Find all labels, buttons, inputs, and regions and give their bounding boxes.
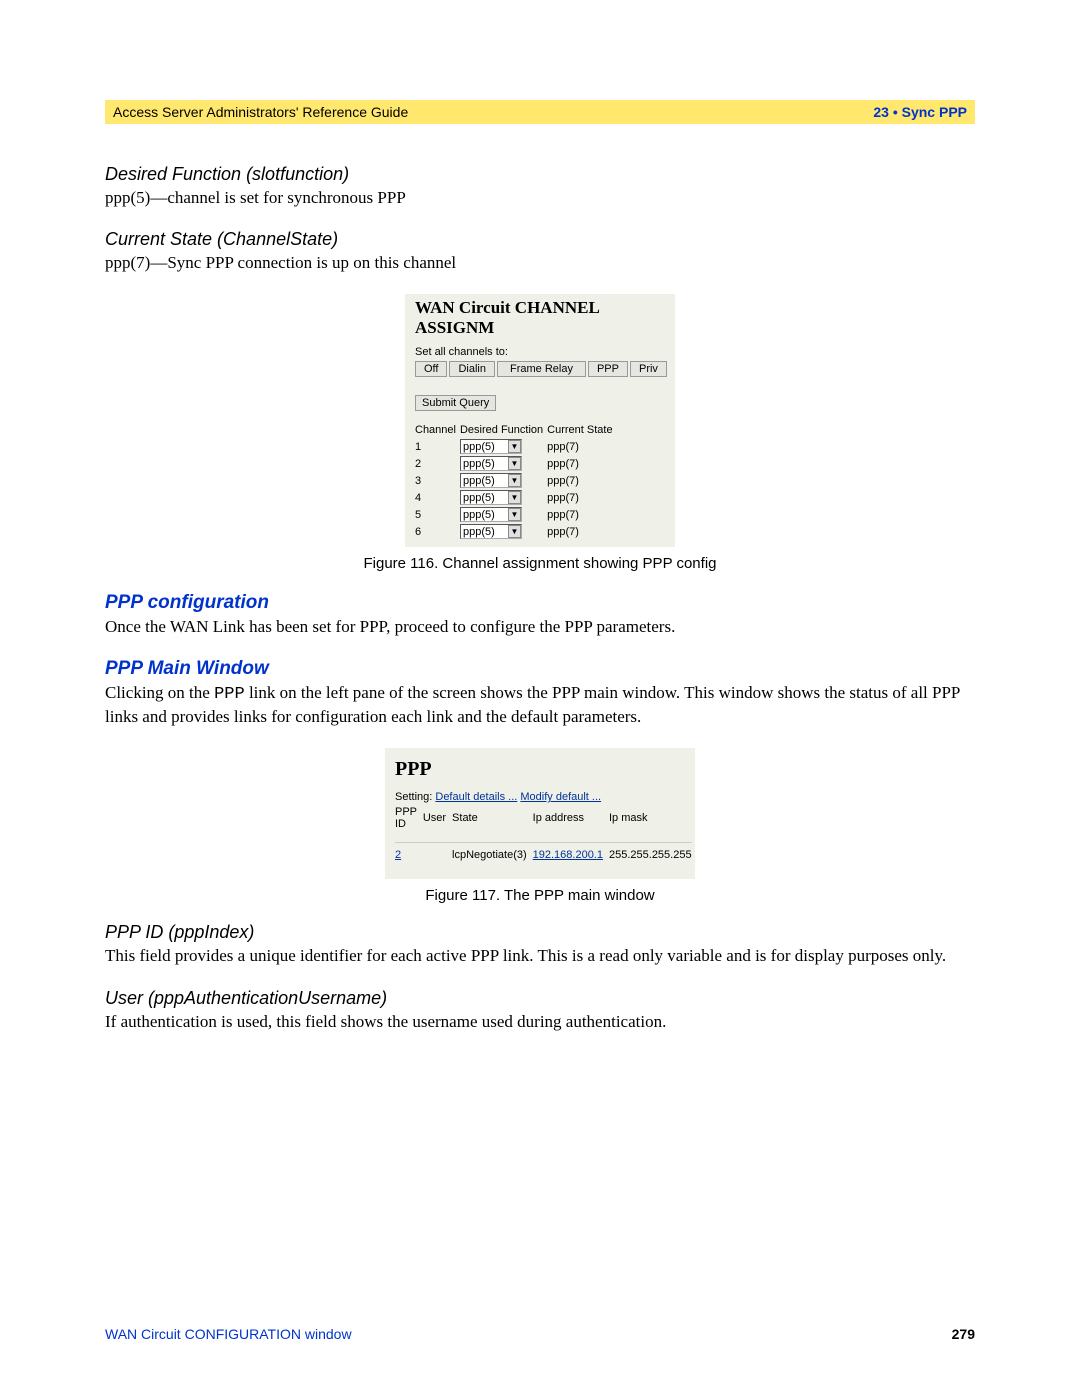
table-row: 6 ppp(5)▼ ppp(7) xyxy=(415,524,617,541)
fig116-set-label: Set all channels to: xyxy=(415,346,669,358)
cell-channel: 5 xyxy=(415,507,460,524)
cell-state: ppp(7) xyxy=(547,456,616,473)
table-row: 4 ppp(5)▼ ppp(7) xyxy=(415,490,617,507)
ppp-button[interactable]: PPP xyxy=(588,361,628,377)
desired-function-select[interactable]: ppp(5)▼ xyxy=(460,439,522,454)
submit-query-button[interactable]: Submit Query xyxy=(415,395,496,411)
desired-function-select[interactable]: ppp(5)▼ xyxy=(460,490,522,505)
text-user: If authentication is used, this field sh… xyxy=(105,1011,975,1033)
text-ppp-main-window: Clicking on the PPP link on the left pan… xyxy=(105,682,975,728)
text-ppp-id: This field provides a unique identifier … xyxy=(105,945,975,967)
priv-button[interactable]: Priv xyxy=(630,361,667,377)
heading-ppp-configuration: PPP configuration xyxy=(105,592,975,614)
modify-default-link[interactable]: Modify default ... xyxy=(520,791,601,803)
desired-function-select[interactable]: ppp(5)▼ xyxy=(460,456,522,471)
chevron-down-icon: ▼ xyxy=(508,474,521,487)
cell-state: ppp(7) xyxy=(547,439,616,456)
heading-current-state: Current State (ChannelState) xyxy=(105,229,975,250)
off-button[interactable]: Off xyxy=(415,361,447,377)
text-desired-function: ppp(5)—channel is set for synchronous PP… xyxy=(105,187,975,209)
default-details-link[interactable]: Default details ... xyxy=(435,791,517,803)
table-row: 2 lcpNegotiate(3) 192.168.200.1 255.255.… xyxy=(395,845,698,861)
page-footer: WAN Circuit CONFIGURATION window 279 xyxy=(105,1326,975,1342)
cell-user xyxy=(423,845,452,861)
col-state: State xyxy=(452,806,533,836)
ip-address-link[interactable]: 192.168.200.1 xyxy=(533,849,603,861)
heading-desired-function: Desired Function (slotfunction) xyxy=(105,164,975,185)
cell-state: ppp(7) xyxy=(547,490,616,507)
chevron-down-icon: ▼ xyxy=(508,491,521,504)
col-ip-address: Ip address xyxy=(533,806,609,836)
dialin-button[interactable]: Dialin xyxy=(449,361,495,377)
heading-ppp-main-window: PPP Main Window xyxy=(105,658,975,680)
fig117-setting-row: Setting: Default details ... Modify defa… xyxy=(395,791,685,803)
figure-wan-circuit: WAN Circuit CHANNEL ASSIGNM Set all chan… xyxy=(405,294,675,547)
chevron-down-icon: ▼ xyxy=(508,457,521,470)
page-header: Access Server Administrators' Reference … xyxy=(105,100,975,124)
cell-state: ppp(7) xyxy=(547,524,616,541)
table-row: 5 ppp(5)▼ ppp(7) xyxy=(415,507,617,524)
cell-channel: 4 xyxy=(415,490,460,507)
cell-state: lcpNegotiate(3) xyxy=(452,845,533,861)
chevron-down-icon: ▼ xyxy=(508,440,521,453)
col-desired-function: Desired Function xyxy=(460,423,547,439)
fig117-caption: Figure 117. The PPP main window xyxy=(105,887,975,904)
cell-channel: 1 xyxy=(415,439,460,456)
table-row: 1 ppp(5)▼ ppp(7) xyxy=(415,439,617,456)
col-current-state: Current State xyxy=(547,423,616,439)
heading-ppp-id: PPP ID (pppIndex) xyxy=(105,922,975,943)
cell-channel: 2 xyxy=(415,456,460,473)
col-ppp-id: PPP ID xyxy=(395,806,423,836)
figure-ppp-main: PPP Setting: Default details ... Modify … xyxy=(385,748,695,879)
heading-user: User (pppAuthenticationUsername) xyxy=(105,988,975,1009)
cell-channel: 3 xyxy=(415,473,460,490)
text-ppp-configuration: Once the WAN Link has been set for PPP, … xyxy=(105,616,975,638)
frame-relay-button[interactable]: Frame Relay xyxy=(497,361,586,377)
cell-state: ppp(7) xyxy=(547,473,616,490)
page-number: 279 xyxy=(952,1326,975,1342)
cell-channel: 6 xyxy=(415,524,460,541)
col-channel: Channel xyxy=(415,423,460,439)
text-current-state: ppp(7)—Sync PPP connection is up on this… xyxy=(105,252,975,274)
fig117-title: PPP xyxy=(395,758,685,781)
desired-function-select[interactable]: ppp(5)▼ xyxy=(460,473,522,488)
table-row: 3 ppp(5)▼ ppp(7) xyxy=(415,473,617,490)
header-chapter: 23 • Sync PPP xyxy=(873,104,967,120)
cell-mask: 255.255.255.255 xyxy=(609,845,698,861)
chevron-down-icon: ▼ xyxy=(508,525,521,538)
col-ip-mask: Ip mask xyxy=(609,806,698,836)
channel-table: Channel Desired Function Current State 1… xyxy=(415,423,617,541)
desired-function-select[interactable]: ppp(5)▼ xyxy=(460,524,522,539)
footer-section: WAN Circuit CONFIGURATION window xyxy=(105,1326,352,1342)
ppp-code-text: PPP xyxy=(214,685,245,704)
fig116-caption: Figure 116. Channel assignment showing P… xyxy=(105,555,975,572)
cell-state: ppp(7) xyxy=(547,507,616,524)
chevron-down-icon: ▼ xyxy=(508,508,521,521)
ppp-id-link[interactable]: 2 xyxy=(395,849,401,861)
header-title: Access Server Administrators' Reference … xyxy=(113,104,408,120)
fig116-button-row: Off Dialin Frame Relay PPP Priv xyxy=(415,361,669,377)
desired-function-select[interactable]: ppp(5)▼ xyxy=(460,507,522,522)
col-user: User xyxy=(423,806,452,836)
ppp-table: PPP ID User State Ip address Ip mask 2 l… xyxy=(395,806,698,861)
table-row: 2 ppp(5)▼ ppp(7) xyxy=(415,456,617,473)
fig116-title: WAN Circuit CHANNEL ASSIGNM xyxy=(415,298,669,338)
